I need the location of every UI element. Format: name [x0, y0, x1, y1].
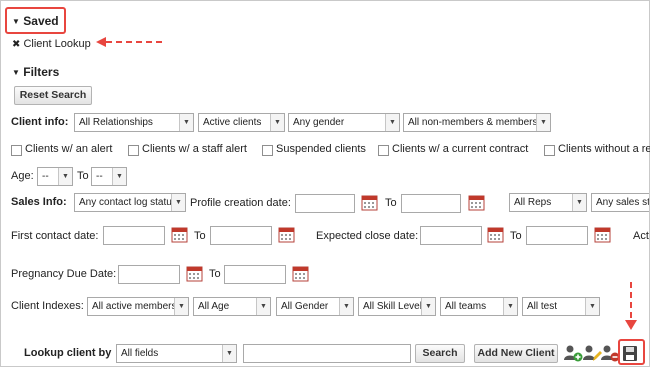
- profile-to-label: To: [385, 197, 397, 209]
- reps-select[interactable]: All Reps ▼: [509, 193, 587, 212]
- calendar-icon[interactable]: [186, 265, 203, 282]
- chevron-down-icon: ▼: [385, 114, 399, 131]
- chevron-down-icon: ▼: [421, 298, 435, 315]
- index-skill-select[interactable]: All Skill Level ▼: [358, 297, 436, 316]
- chevron-down-icon: ▼: [58, 168, 72, 185]
- annotation-arrow-left: [96, 37, 164, 47]
- index-test-select[interactable]: All test ▼: [522, 297, 600, 316]
- age-label: Age:: [11, 170, 34, 182]
- expected-close-label: Expected close date:: [316, 230, 419, 242]
- alert-checkbox[interactable]: [11, 145, 22, 156]
- contact-status-select[interactable]: Any contact log status ▼: [74, 193, 186, 212]
- lookup-field-select[interactable]: All fields ▼: [116, 344, 237, 363]
- chevron-down-icon: ▼: [572, 194, 586, 211]
- expected-close-to-label: To: [510, 230, 522, 242]
- calendar-icon[interactable]: [292, 265, 309, 282]
- index-gender-select[interactable]: All Gender ▼: [276, 297, 354, 316]
- alert-checkbox-label: Clients w/ an alert: [25, 143, 113, 155]
- index-teams-select[interactable]: All teams ▼: [440, 297, 518, 316]
- saved-highlight: [5, 7, 66, 34]
- edit-user-icon[interactable]: [582, 343, 602, 363]
- age-to-select[interactable]: -- ▼: [91, 167, 127, 186]
- gender-select[interactable]: Any gender ▼: [288, 113, 400, 132]
- profile-date-from-input[interactable]: [295, 194, 355, 213]
- age-from-select[interactable]: -- ▼: [37, 167, 73, 186]
- annotation-arrow-down: [625, 282, 637, 330]
- relationships-select[interactable]: All Relationships ▼: [74, 113, 194, 132]
- client-info-label: Client info:: [11, 116, 69, 128]
- suspended-checkbox-label: Suspended clients: [276, 143, 366, 155]
- expected-close-to-input[interactable]: [526, 226, 588, 245]
- suspended-checkbox[interactable]: [262, 145, 273, 156]
- client-status-select[interactable]: Active clients ▼: [198, 113, 285, 132]
- chevron-down-icon: ▼: [174, 298, 188, 315]
- staff-alert-checkbox[interactable]: [128, 145, 139, 156]
- chevron-down-icon: ▼: [503, 298, 517, 315]
- chevron-down-icon: ▼: [12, 68, 20, 77]
- saved-item-label[interactable]: Client Lookup: [23, 38, 90, 50]
- without-checkbox-label: Clients without a re: [558, 143, 650, 155]
- lookup-search-input[interactable]: [243, 344, 411, 363]
- filters-title: Filters: [23, 65, 60, 79]
- profile-date-label: Profile creation date:: [190, 197, 291, 209]
- membership-select[interactable]: All non-members & members ▼: [403, 113, 551, 132]
- calendar-icon[interactable]: [278, 226, 295, 243]
- pregnancy-from-input[interactable]: [118, 265, 180, 284]
- add-new-client-button[interactable]: Add New Client: [474, 344, 558, 363]
- save-highlight: [618, 339, 645, 365]
- chevron-down-icon: ▼: [270, 114, 284, 131]
- first-contact-label: First contact date:: [11, 230, 99, 242]
- current-contract-checkbox[interactable]: [378, 145, 389, 156]
- chevron-down-icon: ▼: [256, 298, 270, 315]
- cut-off-label: Act: [633, 230, 649, 242]
- lookup-label: Lookup client by: [24, 347, 112, 359]
- calendar-icon[interactable]: [468, 194, 485, 211]
- filters-toggle[interactable]: ▼ Filters: [12, 65, 59, 79]
- calendar-icon[interactable]: [487, 226, 504, 243]
- saved-item[interactable]: ✖ Client Lookup: [12, 38, 91, 50]
- calendar-icon[interactable]: [594, 226, 611, 243]
- chevron-down-icon: ▼: [222, 345, 236, 362]
- current-contract-checkbox-label: Clients w/ a current contract: [392, 143, 529, 155]
- reset-search-button[interactable]: Reset Search: [14, 86, 92, 105]
- sales-stage-select[interactable]: Any sales stat: [591, 193, 649, 212]
- profile-date-to-input[interactable]: [401, 194, 461, 213]
- without-checkbox[interactable]: [544, 145, 555, 156]
- age-to-label: To: [77, 170, 89, 182]
- delete-user-icon[interactable]: [600, 343, 620, 363]
- chevron-down-icon: ▼: [339, 298, 353, 315]
- calendar-icon[interactable]: [171, 226, 188, 243]
- pregnancy-due-label: Pregnancy Due Date:: [11, 268, 117, 280]
- pregnancy-to-label: To: [209, 268, 221, 280]
- first-contact-to-label: To: [194, 230, 206, 242]
- chevron-down-icon: ▼: [171, 194, 185, 211]
- sales-info-label: Sales Info:: [11, 196, 67, 208]
- add-user-icon[interactable]: [563, 343, 583, 363]
- chevron-down-icon: ▼: [179, 114, 193, 131]
- expected-close-from-input[interactable]: [420, 226, 482, 245]
- remove-icon[interactable]: ✖: [12, 39, 20, 50]
- client-indexes-label: Client Indexes:: [11, 300, 84, 312]
- chevron-down-icon: ▼: [536, 114, 550, 131]
- staff-alert-checkbox-label: Clients w/ a staff alert: [142, 143, 247, 155]
- index-members-select[interactable]: All active members ▼: [87, 297, 189, 316]
- calendar-icon[interactable]: [361, 194, 378, 211]
- chevron-down-icon: ▼: [585, 298, 599, 315]
- search-button[interactable]: Search: [415, 344, 465, 363]
- first-contact-to-input[interactable]: [210, 226, 272, 245]
- index-age-select[interactable]: All Age ▼: [193, 297, 271, 316]
- chevron-down-icon: ▼: [112, 168, 126, 185]
- first-contact-from-input[interactable]: [103, 226, 165, 245]
- pregnancy-to-input[interactable]: [224, 265, 286, 284]
